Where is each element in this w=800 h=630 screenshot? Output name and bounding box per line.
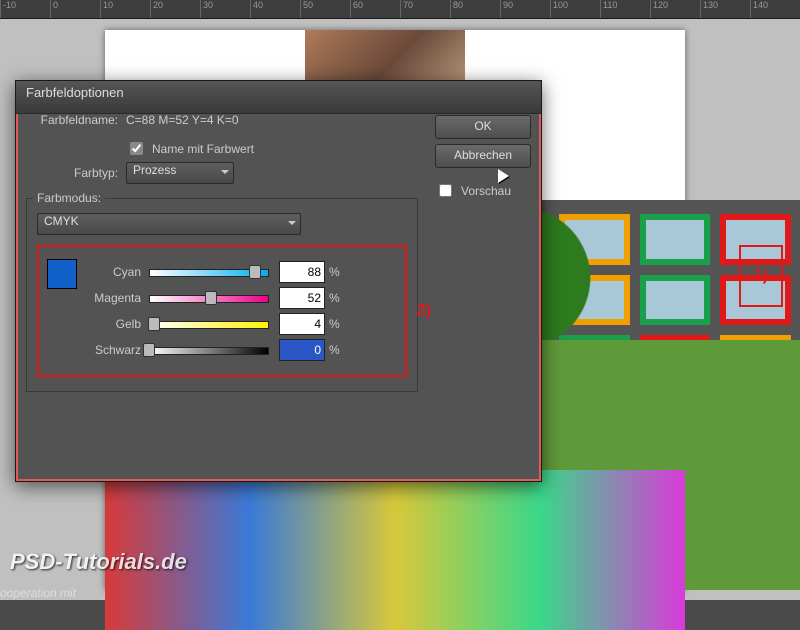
preview-checkbox[interactable]: Vorschau <box>435 181 531 200</box>
preview-checkbox-input[interactable] <box>439 184 452 197</box>
cancel-button[interactable]: Abbrechen <box>435 144 531 168</box>
ok-button[interactable]: OK <box>435 115 531 139</box>
preview-label: Vorschau <box>461 184 511 198</box>
black-pct: % <box>329 343 340 357</box>
app-canvas: -100102030405060708090100110120130140150… <box>0 0 800 600</box>
placed-image-bottom <box>105 470 685 630</box>
black-slider[interactable] <box>149 344 269 356</box>
yellow-input[interactable] <box>279 313 325 335</box>
cyan-pct: % <box>329 265 340 279</box>
yellow-label: Gelb <box>45 317 149 331</box>
color-mode-select[interactable]: CMYK <box>37 213 301 235</box>
black-label: Schwarz <box>45 343 149 357</box>
name-with-value-checkbox[interactable]: Name mit Farbwert <box>126 139 254 158</box>
yellow-slider[interactable] <box>149 318 269 330</box>
yellow-pct: % <box>329 317 340 331</box>
cyan-input[interactable] <box>279 261 325 283</box>
magenta-slider[interactable] <box>149 292 269 304</box>
ruler-horizontal: -100102030405060708090100110120130140150… <box>0 0 800 19</box>
swatch-name-value: C=88 M=52 Y=4 K=0 <box>126 113 239 127</box>
swatch-options-dialog: Farbfeldoptionen OK Abbrechen Vorschau F… <box>15 80 542 482</box>
name-with-value-label: Name mit Farbwert <box>152 142 254 156</box>
name-with-value-input[interactable] <box>130 142 143 155</box>
channels-highlight: 2) Cyan % Magenta % <box>37 245 407 377</box>
annotation-two: 2) <box>417 302 431 320</box>
magenta-pct: % <box>329 291 340 305</box>
color-mode-group: Farbmodus: CMYK 2) Cyan % <box>26 198 418 392</box>
color-mode-label: Farbmodus: <box>33 191 105 205</box>
watermark: PSD-Tutorials.de <box>10 549 187 575</box>
magenta-label: Magenta <box>45 291 149 305</box>
cooperation-text: ooperation mit <box>0 586 76 600</box>
magenta-input[interactable] <box>279 287 325 309</box>
color-type-select[interactable]: Prozess <box>126 162 234 184</box>
black-input[interactable] <box>279 339 325 361</box>
annotation-one: 1) <box>739 245 783 307</box>
swatch-name-label: Farbfeldname: <box>26 113 126 127</box>
color-type-label: Farbtyp: <box>26 166 126 180</box>
cyan-slider[interactable] <box>149 266 269 278</box>
color-swatch[interactable] <box>47 259 77 289</box>
